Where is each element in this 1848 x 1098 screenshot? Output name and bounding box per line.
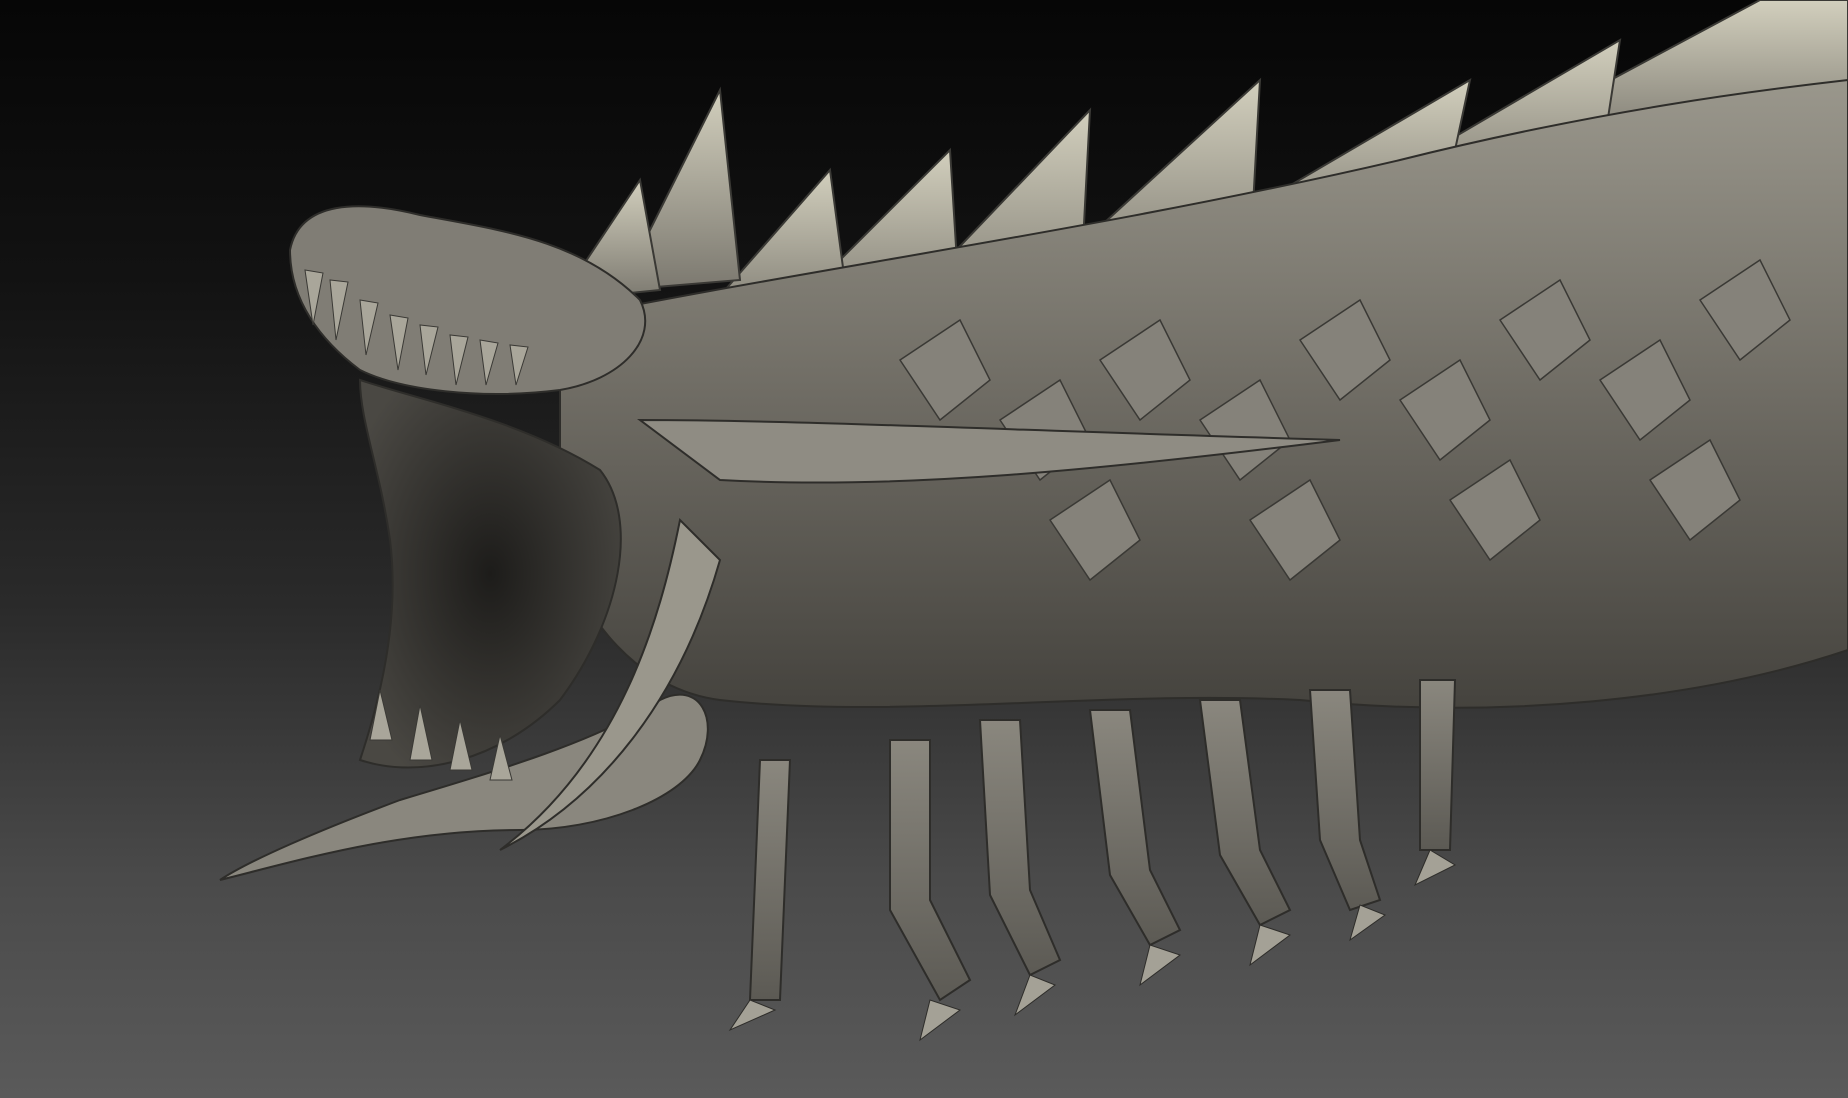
creature-legs bbox=[748, 679, 1457, 1002]
creature-sculpt bbox=[219, 0, 1848, 1042]
sculpt-viewport[interactable] bbox=[0, 0, 1848, 1098]
